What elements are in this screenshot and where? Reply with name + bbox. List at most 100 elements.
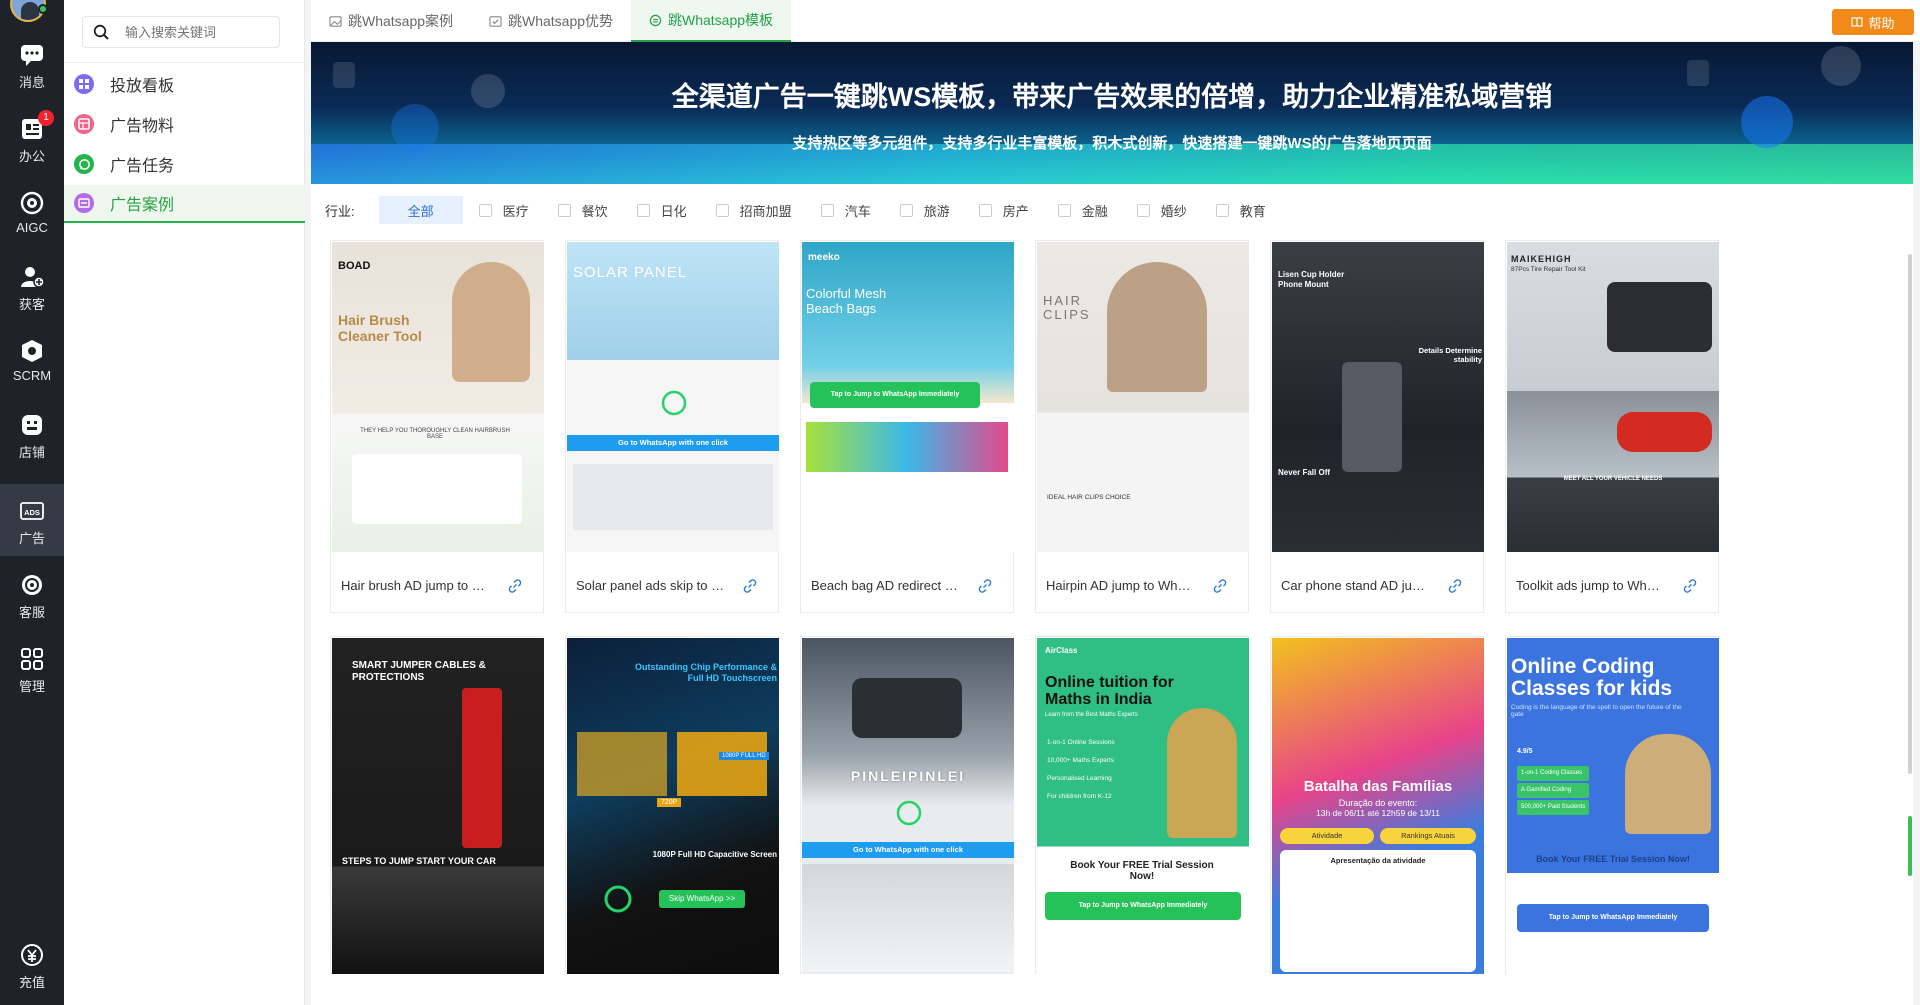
search-input[interactable] [125, 24, 255, 40]
template-card[interactable]: Batalha das Famílias Duração do evento: … [1270, 636, 1484, 974]
template-card[interactable]: Outstanding Chip Performance & Full HD T… [565, 636, 779, 974]
link-icon[interactable] [1447, 578, 1463, 594]
sub-item-label: 投放看板 [110, 78, 175, 95]
sub-item-tasks[interactable]: 广告任务 [64, 145, 305, 183]
scrollbar[interactable] [1908, 254, 1912, 774]
product-photo [677, 732, 767, 796]
filter-option-franchise[interactable]: 招商加盟 [715, 201, 792, 220]
thumb-list-item: 1-on-1 Online Sessions [1047, 739, 1115, 746]
template-card[interactable]: Lisen Cup Holder Phone Mount Details Det… [1270, 240, 1484, 613]
filter-option-medical[interactable]: 医疗 [478, 201, 529, 220]
filter-all-button[interactable]: 全部 [378, 196, 463, 224]
filter-option-travel[interactable]: 旅游 [899, 201, 950, 220]
filter-option-wedding[interactable]: 婚纱 [1136, 201, 1187, 220]
rail-item-scrm[interactable]: SCRM [0, 324, 64, 396]
main-content: 全渠道广告一键跳WS模板，带来广告效果的倍增，助力企业精准私域营销 支持热区等多… [311, 42, 1913, 1005]
template-card[interactable]: SOLAR PANEL Go to WhatsApp with one clic… [565, 240, 779, 613]
thumb-sub: 1080P Full HD Capacitive Screen [652, 850, 777, 859]
thumb-headline: SOLAR PANEL [573, 264, 688, 281]
link-icon[interactable] [507, 578, 523, 594]
template-card[interactable]: AirClass Online tuition for Maths in Ind… [1035, 636, 1249, 974]
checkbox[interactable] [636, 203, 650, 217]
thumb-sub: Duração do evento: [1338, 798, 1418, 808]
whatsapp-icon [661, 390, 687, 416]
checkbox[interactable] [978, 203, 992, 217]
filter-option-real-estate[interactable]: 房产 [978, 201, 1029, 220]
checkbox[interactable] [820, 203, 834, 217]
rail-item-message[interactable]: 消息 [0, 28, 64, 100]
product-images [802, 864, 1014, 972]
template-card[interactable]: SMART JUMPER CABLES & PROTECTIONS STEPS … [330, 636, 544, 974]
tab-whatsapp-cases[interactable]: 跳Whatsapp案例 [311, 0, 471, 42]
template-card[interactable]: Online Coding Classes for kids Coding is… [1505, 636, 1719, 974]
rail-item-ads[interactable]: ADS 广告 [0, 484, 64, 556]
rail-label: 店铺 [18, 445, 45, 460]
aigc-icon [20, 191, 44, 215]
thumb-headline: Colorful Mesh Beach Bags [806, 286, 887, 316]
tab-whatsapp-templates[interactable]: 跳Whatsapp模板 [631, 0, 792, 42]
product-photo [577, 732, 667, 796]
book-icon [1851, 17, 1864, 27]
filter-option-label: 招商加盟 [739, 203, 792, 219]
template-thumbnail: Online Coding Classes for kids Coding is… [1507, 638, 1719, 974]
tab-label: 跳Whatsapp优势 [508, 13, 614, 29]
industry-filter: 行业: 全部 医疗 餐饮 日化 招商加盟 汽车 旅游 房产 金融 婚纱 教育 [325, 194, 1295, 226]
rail-item-aigc[interactable]: AIGC [0, 176, 64, 248]
template-thumbnail: Lisen Cup Holder Phone Mount Details Det… [1272, 242, 1484, 552]
filter-option-auto[interactable]: 汽车 [820, 201, 871, 220]
rail-item-manage[interactable]: 管理 [0, 632, 64, 704]
store-icon [22, 415, 42, 435]
search-box[interactable] [82, 16, 280, 48]
checkbox[interactable] [1215, 203, 1229, 217]
sub-item-dashboard[interactable]: 投放看板 [64, 65, 305, 103]
whatsapp-icon [896, 800, 922, 826]
thumb-headline: Online Coding Classes for kids [1511, 655, 1673, 700]
template-thumbnail: HAIR CLIPS IDEAL HAIR CLIPS CHOICE [1037, 242, 1249, 552]
template-thumbnail: SOLAR PANEL Go to WhatsApp with one clic… [567, 242, 779, 552]
tab-whatsapp-advantages[interactable]: 跳Whatsapp优势 [471, 0, 631, 42]
checkbox[interactable] [715, 203, 729, 217]
thumb-cta: Tap to Jump to WhatsApp Immediately [810, 382, 980, 408]
filter-option-education[interactable]: 教育 [1215, 201, 1266, 220]
template-card[interactable]: meeko Colorful Mesh Beach Bags Tap to Ju… [800, 240, 1014, 613]
filter-option-label: 日化 [660, 203, 687, 219]
link-icon[interactable] [977, 578, 993, 594]
checkbox[interactable] [1136, 203, 1150, 217]
rail-item-recharge[interactable]: 充值 [0, 928, 64, 1000]
checkbox[interactable] [899, 203, 913, 217]
sub-sidebar: 投放看板 广告物料 广告任务 广告案例 [64, 0, 305, 1005]
checkbox[interactable] [478, 203, 492, 217]
checkbox[interactable] [1057, 203, 1071, 217]
template-card[interactable]: PINLEIPINLEI Go to WhatsApp with one cli… [800, 636, 1014, 974]
filter-option-finance[interactable]: 金融 [1057, 201, 1108, 220]
template-card[interactable]: MAIKEHIGH 87Pcs Tire Repair Tool Kit MEE… [1505, 240, 1719, 613]
link-icon[interactable] [1212, 578, 1228, 594]
sub-item-materials[interactable]: 广告物料 [64, 105, 305, 143]
checkbox[interactable] [557, 203, 571, 217]
card-title: Car phone stand AD jump to WhatsApp [1281, 578, 1431, 593]
rail-item-acquire[interactable]: 获客 [0, 250, 64, 322]
link-icon[interactable] [1682, 578, 1698, 594]
sub-item-cases[interactable]: 广告案例 [64, 185, 305, 223]
thumb-list-item: 10,000+ Maths Experts [1047, 757, 1115, 764]
rail-item-service[interactable]: 客服 [0, 558, 64, 630]
rail-label: 客服 [18, 605, 45, 620]
rail-item-office[interactable]: 办公 1 [0, 102, 64, 174]
thumb-list: 1-on-1 Online Sessions 10,000+ Maths Exp… [1047, 734, 1115, 806]
rail-item-store[interactable]: 店铺 [0, 398, 64, 470]
link-icon[interactable] [742, 578, 758, 594]
filter-option-daily-chemical[interactable]: 日化 [636, 201, 687, 220]
thumb-headline: HAIR CLIPS [1043, 293, 1091, 322]
template-thumbnail: meeko Colorful Mesh Beach Bags Tap to Ju… [802, 242, 1014, 552]
sub-item-label: 广告物料 [110, 118, 175, 135]
template-card[interactable]: HAIR CLIPS IDEAL HAIR CLIPS CHOICE Hairp… [1035, 240, 1249, 613]
product-showcase [352, 454, 522, 524]
banner-subtitle: 支持热区等多元组件，支持多行业丰富模板，积木式创新，快速搭建一键跳WS的广告落地… [792, 135, 1432, 152]
product-photo [462, 688, 502, 848]
thumb-offer: Book Your FREE Trial Session Now! [1536, 854, 1690, 864]
template-card[interactable]: BOAD Hair Brush Cleaner Tool THEY HELP Y… [330, 240, 544, 613]
scroll-indicator [1908, 816, 1912, 876]
filter-option-catering[interactable]: 餐饮 [557, 201, 608, 220]
help-button[interactable]: 帮助 [1832, 9, 1914, 35]
notification-badge: 1 [38, 110, 54, 126]
